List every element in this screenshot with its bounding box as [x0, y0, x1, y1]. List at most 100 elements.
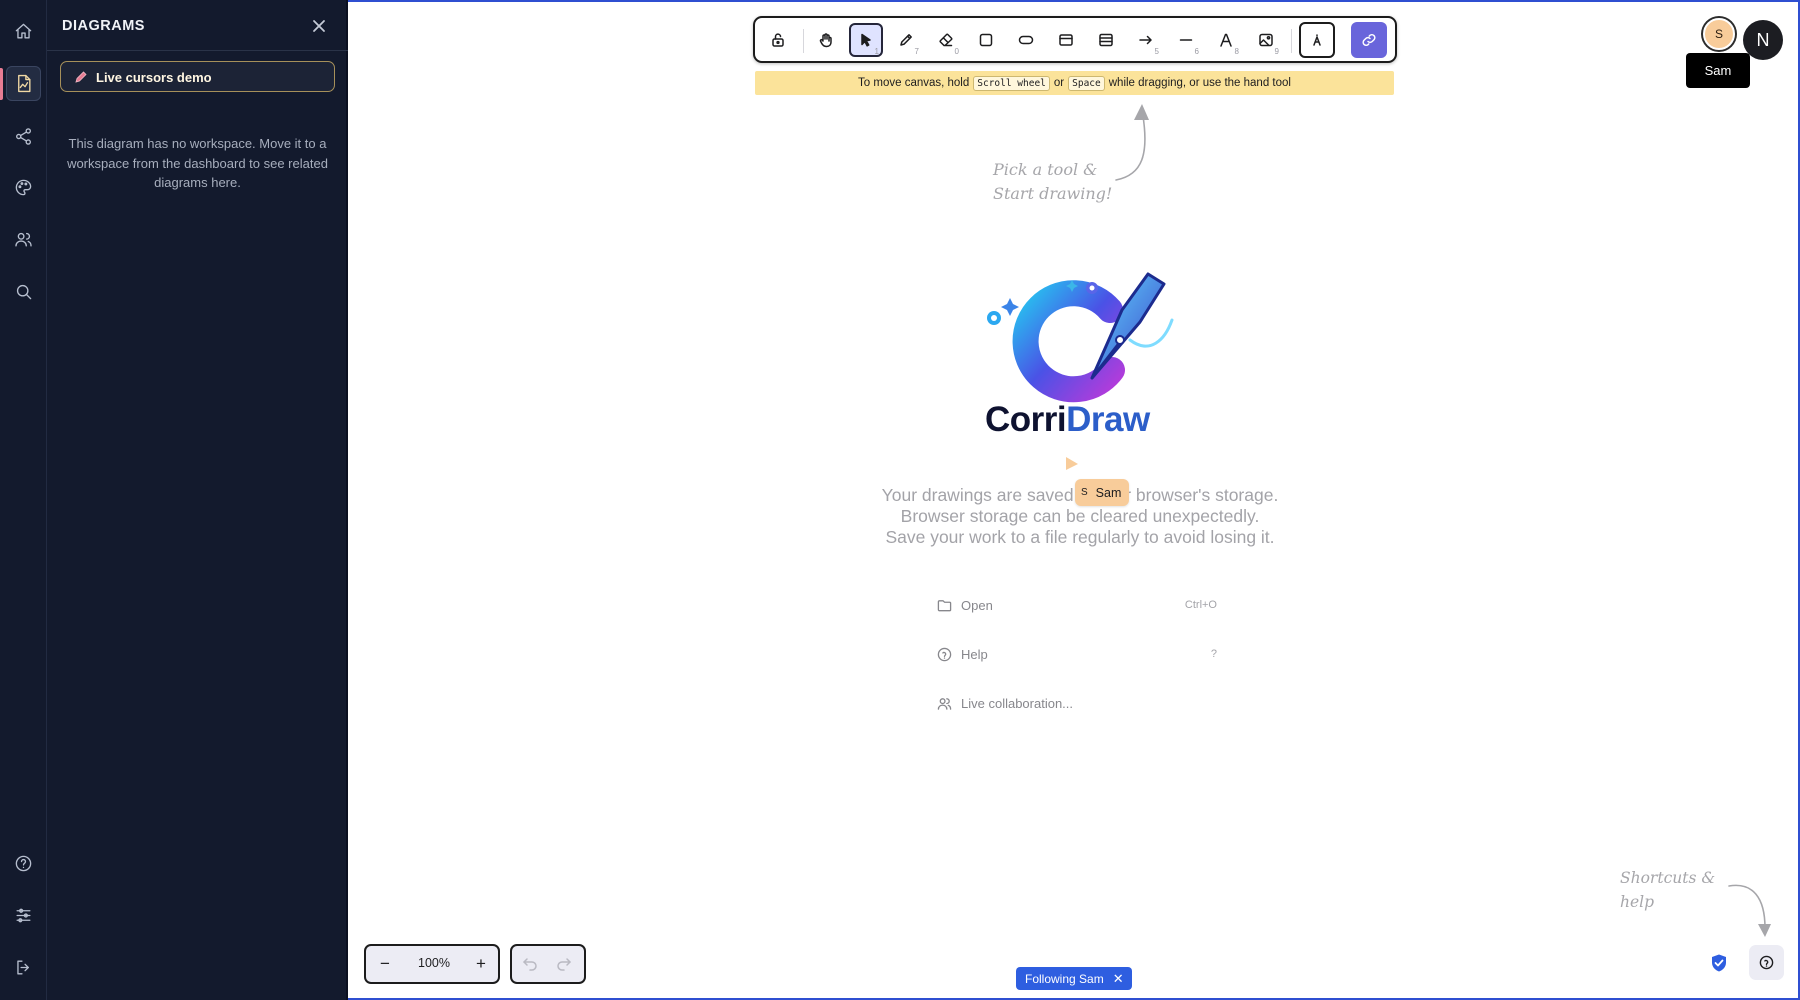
shortcuts-hint-line2: help — [1620, 893, 1655, 911]
ellipse-tool[interactable] — [1009, 23, 1043, 57]
toolbar-divider — [1291, 29, 1292, 53]
redo-icon — [557, 958, 571, 971]
tool-hint-arrow — [1115, 104, 1149, 181]
tool-hint: Pick a tool & Start drawing! — [993, 158, 1112, 206]
canvas-move-hint: To move canvas, hold Scroll wheel or Spa… — [755, 71, 1394, 95]
main-toolbar: 1 7 0 5 6 8 9 — [753, 16, 1397, 63]
collaborator-avatar[interactable]: S — [1703, 18, 1735, 50]
menu-help[interactable]: Help ? — [937, 644, 1217, 668]
shortcuts-hint-line1: Shortcuts & — [1620, 869, 1716, 887]
zoom-out-button[interactable]: − — [374, 954, 396, 974]
rectangle-icon — [979, 33, 993, 47]
help-circle-icon — [937, 647, 952, 662]
history-controls — [510, 944, 586, 984]
frame-icon — [1059, 34, 1073, 46]
eraser-icon — [939, 33, 953, 47]
diagram-icon[interactable] — [6, 66, 41, 101]
tool-key: 8 — [1234, 47, 1239, 56]
tool-hint-line1: Pick a tool & — [993, 160, 1098, 179]
diagrams-panel: DIAGRAMS Live cursors demo This diagram … — [47, 0, 348, 1000]
tool-key: 6 — [1194, 47, 1199, 56]
unlock-icon — [772, 33, 784, 47]
selection-tool[interactable]: 1 — [849, 23, 883, 57]
share-link-button[interactable] — [1351, 22, 1387, 58]
text-tool[interactable]: 8 — [1209, 23, 1243, 57]
ellipse-icon — [1018, 35, 1034, 45]
tool-key: 7 — [914, 47, 919, 56]
image-tool[interactable]: 9 — [1249, 23, 1283, 57]
hand-tool[interactable] — [809, 23, 843, 57]
active-rail-marker — [0, 68, 3, 100]
eraser-tool[interactable]: 0 — [929, 23, 963, 57]
tool-hint-line2: Start drawing! — [993, 184, 1113, 203]
palette-icon[interactable] — [6, 170, 41, 205]
hint-key-scroll: Scroll wheel — [973, 75, 1050, 91]
search-icon[interactable] — [6, 274, 41, 309]
diagram-item-live-cursors[interactable]: Live cursors demo — [60, 61, 335, 92]
shield-check-icon[interactable] — [1709, 953, 1729, 973]
zoom-level[interactable]: 100% — [404, 956, 464, 970]
rectangle-tool[interactable] — [969, 23, 1003, 57]
corridraw-logo — [987, 272, 1174, 403]
following-label: Following Sam — [1025, 971, 1104, 986]
shapes-icon — [1313, 34, 1321, 46]
panel-header: DIAGRAMS — [47, 0, 348, 51]
folder-icon — [937, 600, 952, 612]
settings-icon[interactable] — [6, 898, 41, 933]
line-tool[interactable]: 6 — [1169, 23, 1203, 57]
panel-title: DIAGRAMS — [62, 18, 145, 34]
no-workspace-note: This diagram has no workspace. Move it t… — [67, 136, 328, 190]
undo-icon — [523, 958, 537, 971]
shortcuts-hint-arrow — [1728, 884, 1771, 937]
logout-icon[interactable] — [6, 950, 41, 985]
line-icon — [1179, 39, 1193, 41]
arrow-right-icon — [1139, 35, 1152, 45]
remote-cursor-initial: S — [1081, 487, 1088, 498]
hint-key-space: Space — [1068, 75, 1105, 91]
app-root: DIAGRAMS Live cursors demo This diagram … — [0, 0, 1800, 1000]
users-icon[interactable] — [6, 222, 41, 257]
hint-text-after: while dragging, or use the hand tool — [1108, 77, 1291, 89]
hint-text-before: To move canvas, hold — [858, 77, 970, 89]
table-tool[interactable] — [1089, 23, 1123, 57]
link-icon — [1362, 33, 1376, 47]
menu-collab-label: Live collaboration... — [961, 696, 1074, 711]
pointer-icon — [861, 33, 871, 47]
logo-word-part2: Draw — [1066, 400, 1150, 439]
menu-live-collaboration[interactable]: Live collaboration... — [937, 693, 1217, 717]
draw-tool[interactable]: 7 — [889, 23, 923, 57]
tool-key: 5 — [1154, 47, 1159, 56]
pencil-icon — [900, 34, 912, 46]
hint-text-mid: or — [1053, 77, 1065, 89]
toolbar-divider — [803, 29, 804, 53]
storage-warning-line2: Browser storage can be cleared unexpecte… — [900, 506, 1260, 526]
remote-cursor-name: Sam — [1095, 485, 1122, 500]
help-icon[interactable] — [6, 846, 41, 881]
lock-tool[interactable] — [761, 23, 795, 57]
redo-button[interactable] — [556, 955, 576, 975]
help-circle-icon — [1759, 955, 1774, 970]
avatar-tooltip: Sam — [1686, 53, 1750, 88]
extra-tools-button[interactable] — [1299, 22, 1335, 58]
arrow-tool[interactable]: 5 — [1129, 23, 1163, 57]
stop-following-icon[interactable]: ✕ — [1113, 971, 1124, 987]
menu-help-label: Help — [961, 647, 988, 662]
following-badge[interactable]: Following Sam ✕ — [1016, 967, 1132, 990]
menu-help-shortcut: ? — [1210, 648, 1217, 660]
help-button[interactable] — [1749, 945, 1784, 980]
shortcuts-hint: Shortcuts & help — [1620, 866, 1715, 914]
share-icon[interactable] — [6, 119, 41, 154]
logo-word-part1: Corri — [985, 400, 1067, 439]
diagram-item-label: Live cursors demo — [96, 70, 212, 85]
tool-key: 9 — [1274, 47, 1279, 56]
undo-button[interactable] — [522, 955, 542, 975]
close-icon[interactable] — [310, 17, 328, 35]
frame-tool[interactable] — [1049, 23, 1083, 57]
menu-open[interactable]: Open Ctrl+O — [937, 595, 1217, 619]
home-icon[interactable] — [6, 14, 41, 49]
zoom-in-button[interactable]: + — [470, 954, 492, 974]
users-icon — [937, 698, 952, 710]
image-icon — [1259, 33, 1273, 47]
storage-warning-line3: Save your work to a file regularly to av… — [885, 527, 1275, 547]
menu-open-label: Open — [961, 598, 993, 613]
